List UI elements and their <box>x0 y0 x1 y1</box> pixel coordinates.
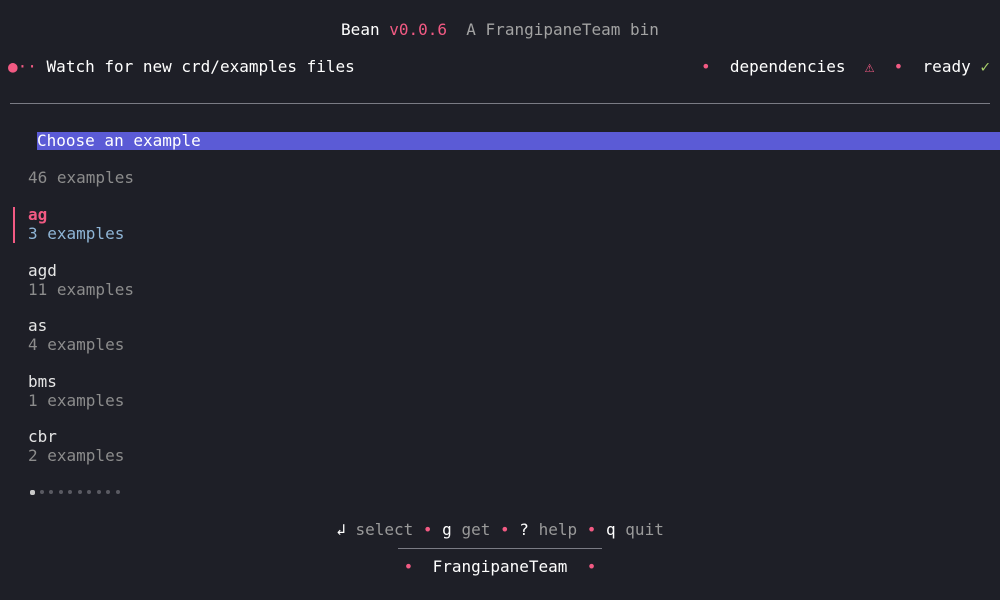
select-hint[interactable]: select <box>355 520 413 539</box>
list-item-name: ag <box>28 205 48 224</box>
team-name: FrangipaneTeam <box>432 557 568 576</box>
list-item-cbr[interactable]: cbr 2 examples <box>28 427 125 466</box>
list-item-name: agd <box>28 261 57 280</box>
page-dot[interactable] <box>68 490 72 494</box>
get-hint[interactable]: get <box>461 520 490 539</box>
help-key: ? <box>519 520 529 539</box>
examples-count: 46 examples <box>28 168 134 187</box>
quit-hint[interactable]: quit <box>625 520 664 539</box>
page-dot[interactable] <box>58 490 63 494</box>
task-label: Watch for new crd/examples files <box>46 57 355 76</box>
list-item-agd[interactable]: agd 11 examples <box>28 261 134 300</box>
get-key: g <box>442 520 452 539</box>
list-item-ag[interactable]: ag 3 examples <box>28 205 125 244</box>
footer: • FrangipaneTeam • <box>0 557 1000 577</box>
warning-icon: ⚠ <box>864 57 875 76</box>
ready-label: ready <box>922 57 971 76</box>
spinner-icon: ●·· <box>8 57 37 76</box>
bullet-icon: • <box>500 520 510 539</box>
page-dot[interactable] <box>30 489 35 495</box>
page-dot[interactable] <box>39 490 44 494</box>
app-version: v0.0.6 <box>389 20 448 39</box>
page-dot[interactable] <box>106 490 110 494</box>
list-item-description: 3 examples <box>28 224 125 243</box>
page-dot[interactable] <box>49 490 53 494</box>
page-dot[interactable] <box>87 490 91 494</box>
app-name: Bean <box>341 20 380 39</box>
checks-status: • dependencies ⚠ • ready ✓ <box>701 57 990 77</box>
bullet-icon: • <box>586 557 597 576</box>
list-item-description: 11 examples <box>28 280 134 299</box>
page-dot[interactable] <box>96 490 101 494</box>
bullet-icon: • <box>893 57 904 76</box>
quit-key: q <box>606 520 616 539</box>
list-item-name: as <box>28 316 48 335</box>
list-item-description: 4 examples <box>28 335 125 354</box>
page-dot[interactable] <box>115 490 120 494</box>
help-hint[interactable]: help <box>539 520 578 539</box>
list-item-bms[interactable]: bms 1 examples <box>28 372 125 411</box>
bullet-icon: • <box>700 57 711 76</box>
enter-key-icon: ↲ <box>336 520 346 539</box>
list-title: Choose an example <box>37 132 1000 150</box>
bullet-icon: • <box>403 557 414 576</box>
app-title-bar: Bean v0.0.6 A FrangipaneTeam bin <box>0 20 1000 40</box>
app-tagline: A FrangipaneTeam bin <box>466 20 659 39</box>
bullet-icon: • <box>422 520 433 539</box>
selection-indicator <box>13 207 15 243</box>
divider <box>10 103 990 104</box>
check-icon: ✓ <box>980 57 990 76</box>
bullet-icon: • <box>586 520 597 539</box>
list-item-description: 1 examples <box>28 391 125 410</box>
list-item-name: cbr <box>28 427 57 446</box>
help-bar: ↲ select • g get • ? help • q quit <box>0 520 1000 540</box>
list-item-name: bms <box>28 372 57 391</box>
dependencies-label: dependencies <box>729 57 846 76</box>
page-dot[interactable] <box>77 490 82 494</box>
help-divider <box>398 548 602 549</box>
list-item-description: 2 examples <box>28 446 125 465</box>
task-status: ●·· Watch for new crd/examples files <box>8 57 355 77</box>
list-item-as[interactable]: as 4 examples <box>28 316 125 355</box>
